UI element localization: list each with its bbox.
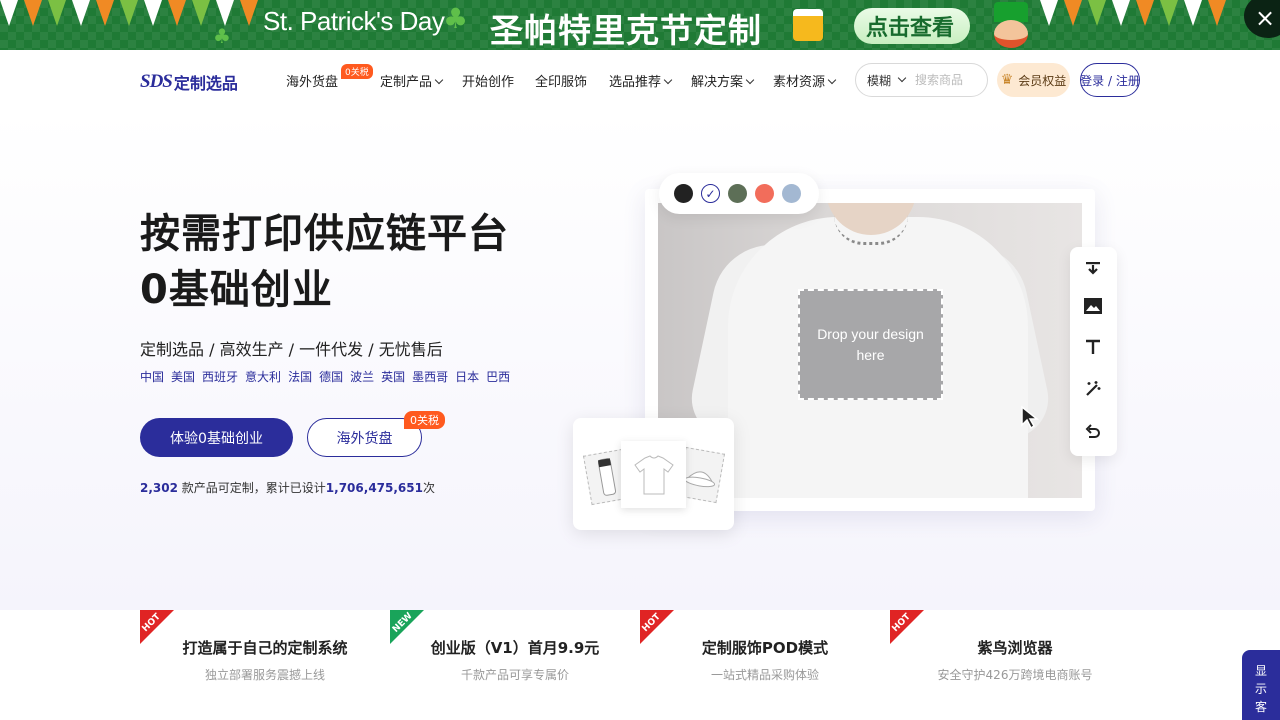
tariff-badge: 0关税 (404, 411, 445, 429)
image-icon[interactable] (1081, 294, 1105, 318)
beer-icon (793, 9, 823, 41)
feature-title: 紫鸟浏览器 (977, 639, 1053, 657)
chevron-down-icon[interactable] (897, 73, 907, 83)
feature-card[interactable]: HOT 打造属于自己的定制系统 独立部署服务震撼上线 (140, 610, 390, 710)
nav-item-custom-products[interactable]: 定制产品 (380, 71, 444, 90)
close-icon[interactable]: × (1244, 0, 1280, 38)
logo-mark: SDS (140, 71, 173, 92)
country-link[interactable]: 德国 (319, 368, 343, 385)
feature-card[interactable]: HOT 紫鸟浏览器 安全守护426万跨境电商账号 (890, 610, 1140, 710)
country-link[interactable]: 美国 (171, 368, 195, 385)
banner-title-en: St. Patrick's Day (263, 6, 445, 36)
country-link[interactable]: 英国 (381, 368, 405, 385)
feature-title: 打造属于自己的定制系统 (182, 639, 348, 657)
download-icon[interactable] (1081, 257, 1105, 281)
feature-card[interactable]: NEW 创业版（V1）首月9.9元 千款产品可享专属价 (390, 610, 640, 710)
nav-item-all-print[interactable]: 全印服饰 (535, 71, 587, 90)
country-link[interactable]: 日本 (455, 368, 479, 385)
color-swatch-selected[interactable]: ✓ (701, 184, 720, 203)
designs-count: 1,706,475,651 (325, 481, 423, 495)
magic-wand-icon[interactable] (1081, 377, 1105, 401)
color-swatch[interactable] (728, 184, 747, 203)
product-thumbnails (573, 418, 734, 530)
bunting-decoration (0, 0, 264, 26)
promo-banner[interactable]: ♣ ♣ St. Patrick's Day 圣帕特里克节定制 点击查看 × (0, 0, 1280, 50)
country-list: 中国 美国 西班牙 意大利 法国 德国 波兰 英国 墨西哥 日本 巴西 (140, 368, 517, 385)
check-icon: ✓ (705, 186, 716, 201)
nav-item-materials[interactable]: 素材资源 (773, 71, 837, 90)
feature-subtitle: 安全守护426万跨境电商账号 (937, 668, 1093, 682)
chevron-down-icon (745, 75, 755, 85)
banner-title-cn: 圣帕特里克节定制 (490, 11, 762, 50)
color-swatch[interactable] (674, 184, 693, 203)
feature-subtitle: 独立部署服务震撼上线 (204, 668, 325, 682)
country-link[interactable]: 波兰 (350, 368, 374, 385)
nav-item-start-create[interactable]: 开始创作 (462, 71, 514, 90)
bunting-decoration-right (1040, 0, 1232, 26)
hero-subline: 定制选品 / 高效生产 / 一件代发 / 无忧售后 (140, 340, 443, 359)
vip-benefits-button[interactable]: ♛ 会员权益 (997, 63, 1070, 97)
mouse-cursor-icon (1021, 405, 1040, 430)
chevron-down-icon (663, 75, 673, 85)
shamrock-icon: ♣ (443, 2, 469, 35)
banner-cta-button[interactable]: 点击查看 (854, 8, 970, 44)
country-link[interactable]: 西班牙 (202, 368, 238, 385)
nav-item-recommend[interactable]: 选品推荐 (609, 71, 673, 90)
thumbnail-tshirt[interactable] (621, 441, 686, 508)
country-link[interactable]: 意大利 (245, 368, 281, 385)
leprechaun-illustration (988, 2, 1034, 50)
login-register-button[interactable]: 登录 / 注册 (1080, 63, 1140, 97)
feature-subtitle: 千款产品可享专属价 (460, 668, 569, 682)
chevron-down-icon (827, 75, 837, 85)
start-business-button[interactable]: 体验0基础创业 (140, 418, 293, 457)
logo[interactable]: SDS 定制选品 (140, 70, 238, 94)
country-link[interactable]: 中国 (140, 368, 164, 385)
search-input[interactable] (915, 73, 982, 87)
country-link[interactable]: 巴西 (486, 368, 510, 385)
undo-icon[interactable] (1081, 419, 1105, 443)
crown-icon: ♛ (1000, 72, 1014, 88)
customer-service-float[interactable]: 显 示 客 (1242, 650, 1280, 720)
design-drop-zone[interactable]: Drop your design here (798, 289, 943, 400)
editor-toolbar (1070, 247, 1117, 456)
feature-title: 创业版（V1）首月9.9元 (430, 639, 600, 657)
nav-item-solutions[interactable]: 解决方案 (691, 71, 755, 90)
tariff-badge: 0关税 (341, 64, 373, 79)
main-nav: SDS 定制选品 海外货盘 0关税 定制产品 开始创作 全印服饰 选品推荐 解决… (0, 50, 1280, 110)
nav-item-overseas-stock[interactable]: 海外货盘 (286, 71, 338, 90)
hero-headline: 按需打印供应链平台 0基础创业 (140, 211, 509, 313)
chevron-down-icon (434, 75, 444, 85)
country-link[interactable]: 法国 (288, 368, 312, 385)
shamrock-icon: ♣ (213, 24, 231, 48)
feature-title: 定制服饰POD模式 (701, 639, 829, 657)
color-swatch[interactable] (782, 184, 801, 203)
search-mode-select[interactable]: 模糊 (867, 72, 891, 89)
color-swatches: ✓ (659, 173, 819, 214)
search-box: 模糊 (855, 63, 988, 97)
platform-stats: 2,302 款产品可定制，累计已设计1,706,475,651次 (140, 481, 435, 495)
products-count: 2,302 (140, 481, 178, 495)
country-link[interactable]: 墨西哥 (412, 368, 448, 385)
feature-card[interactable]: HOT 定制服饰POD模式 一站式精品采购体验 (640, 610, 890, 710)
text-icon[interactable] (1081, 335, 1105, 359)
feature-strip: HOT 打造属于自己的定制系统 独立部署服务震撼上线 NEW 创业版（V1）首月… (0, 610, 1280, 720)
logo-text: 定制选品 (173, 74, 238, 93)
feature-subtitle: 一站式精品采购体验 (710, 668, 819, 682)
color-swatch[interactable] (755, 184, 774, 203)
